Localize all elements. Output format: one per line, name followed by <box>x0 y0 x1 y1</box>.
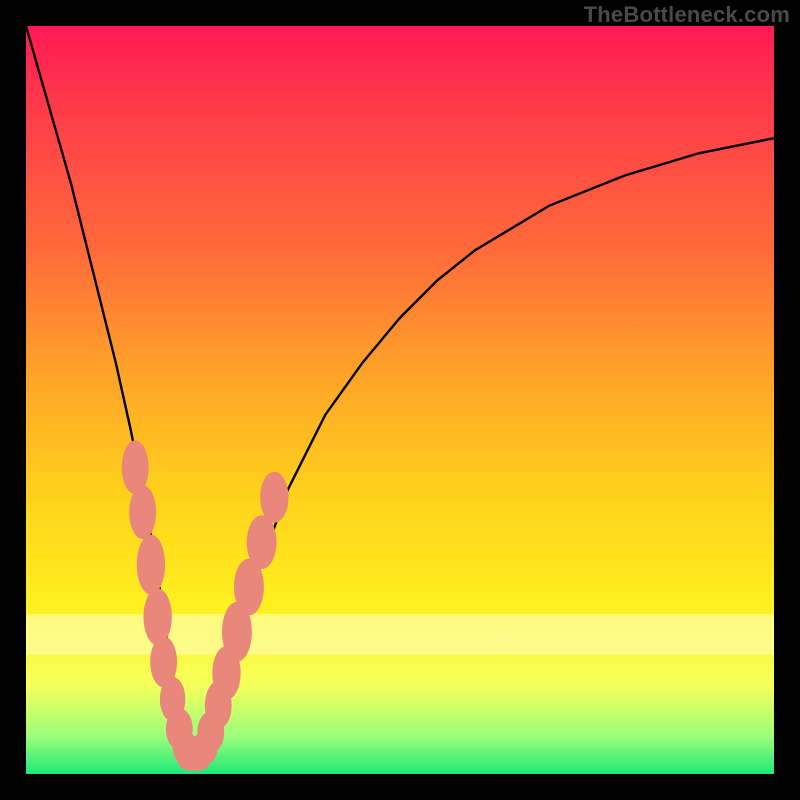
bead <box>137 535 165 595</box>
chart-svg <box>26 26 774 774</box>
plot-area <box>26 26 774 774</box>
bead <box>260 472 288 523</box>
bead <box>143 589 171 646</box>
bottleneck-curve <box>26 26 774 759</box>
watermark-text: TheBottleneck.com <box>584 2 790 28</box>
bead <box>129 485 156 539</box>
chart-frame: TheBottleneck.com <box>0 0 800 800</box>
bead <box>247 515 277 569</box>
bead-cluster <box>122 440 289 771</box>
